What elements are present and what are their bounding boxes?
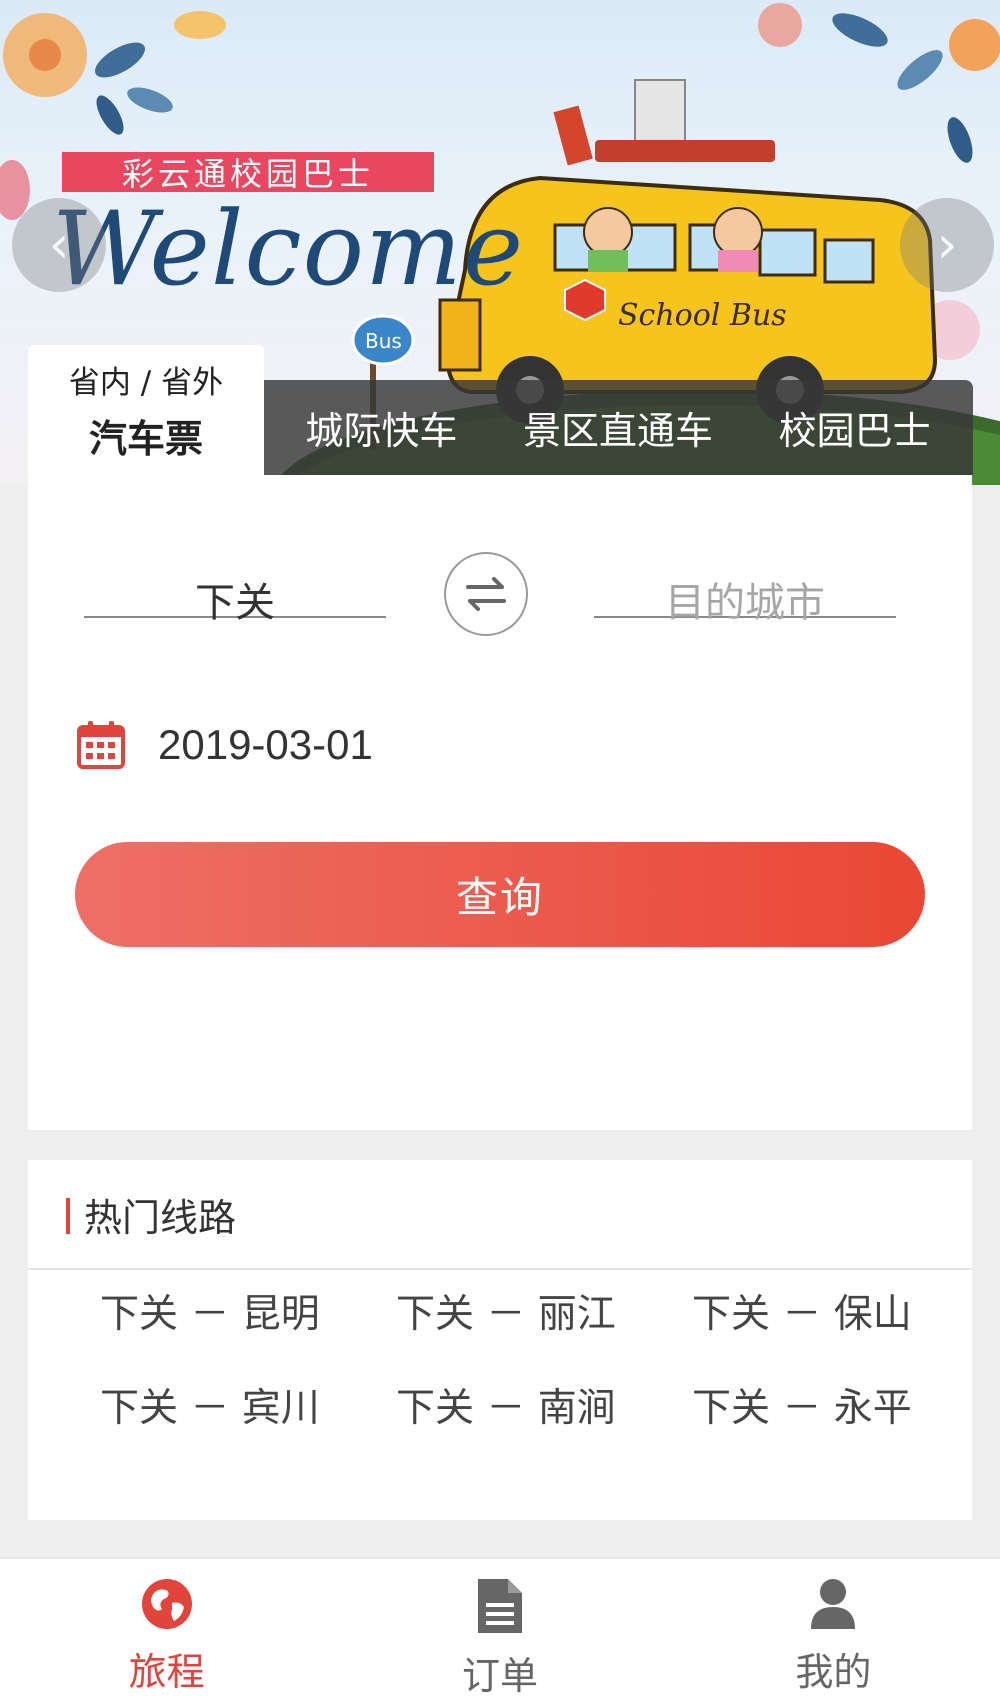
departure-date-value: 2019-03-01 xyxy=(158,721,373,768)
chevron-right-icon: › xyxy=(936,215,958,275)
departure-date-picker[interactable]: 2019-03-01 xyxy=(76,715,373,775)
banner-tag: 彩云通校园巴士 xyxy=(62,152,434,193)
query-button[interactable]: 查询 xyxy=(75,842,925,947)
hot-routes-header: 热门线路 xyxy=(28,1160,972,1270)
nav-mine-label: 我的 xyxy=(795,1650,872,1694)
bus-sign-text: Bus xyxy=(365,329,402,353)
section-accent-bar xyxy=(66,1198,70,1234)
nav-mine[interactable]: 我的 xyxy=(667,1559,1000,1700)
bottom-nav: 旅程 订单 我的 xyxy=(0,1557,1000,1700)
tab-campus-bus[interactable]: 校园巴士 xyxy=(736,400,973,455)
tab-intercity-express[interactable]: 城际快车 xyxy=(263,400,500,455)
hot-routes-title: 热门线路 xyxy=(84,1195,237,1240)
departure-city-field[interactable]: 下关 xyxy=(84,570,386,626)
hot-routes-section: 热门线路 下关 － 昆明 下关 － 丽江 下关 － 保山 下关 － 宾川 下关 … xyxy=(28,1160,972,1520)
category-tabbar: 城际快车 景区直通车 校园巴士 xyxy=(263,380,973,475)
route-link[interactable]: 下关 － 昆明 xyxy=(100,1290,396,1340)
nav-orders-label: 订单 xyxy=(461,1654,538,1698)
carousel-next-button[interactable]: › xyxy=(900,198,994,292)
nav-trip[interactable]: 旅程 xyxy=(0,1559,333,1700)
tab-bus-ticket[interactable]: 省内 / 省外 汽车票 xyxy=(28,345,264,480)
ticket-search-form: 下关 目的城市 2019-03-01 查询 xyxy=(28,475,972,1130)
destination-city-field[interactable]: 目的城市 xyxy=(594,570,896,626)
bus-side-text: School Bus xyxy=(618,298,787,333)
document-icon xyxy=(477,1579,522,1633)
calendar-icon xyxy=(77,721,125,769)
tab-scenic-shuttle[interactable]: 景区直通车 xyxy=(500,400,737,455)
route-link[interactable]: 下关 － 南涧 xyxy=(396,1384,692,1434)
route-link[interactable]: 下关 － 保山 xyxy=(692,1290,988,1340)
chevron-left-icon: ‹ xyxy=(48,215,70,275)
nav-orders[interactable]: 订单 xyxy=(333,1559,666,1700)
tab-bus-ticket-subtitle: 省内 / 省外 xyxy=(68,365,224,401)
route-link[interactable]: 下关 － 宾川 xyxy=(100,1384,396,1434)
carousel-prev-button[interactable]: ‹ xyxy=(12,198,106,292)
banner-welcome-text: Welcome xyxy=(52,190,525,309)
swap-cities-button[interactable] xyxy=(444,552,528,636)
user-icon xyxy=(811,1579,856,1629)
globe-icon xyxy=(141,1579,192,1629)
route-link[interactable]: 下关 － 永平 xyxy=(692,1384,988,1434)
route-link[interactable]: 下关 － 丽江 xyxy=(396,1290,692,1340)
nav-trip-label: 旅程 xyxy=(128,1650,205,1694)
app-page: Bus School Bus 彩云通校园巴士 Welcome ‹ › 城际快车 … xyxy=(0,0,1000,1700)
tab-bus-ticket-label: 汽车票 xyxy=(88,417,203,461)
swap-arrows-icon xyxy=(466,577,506,611)
hot-routes-list: 下关 － 昆明 下关 － 丽江 下关 － 保山 下关 － 宾川 下关 － 南涧 … xyxy=(28,1290,972,1434)
